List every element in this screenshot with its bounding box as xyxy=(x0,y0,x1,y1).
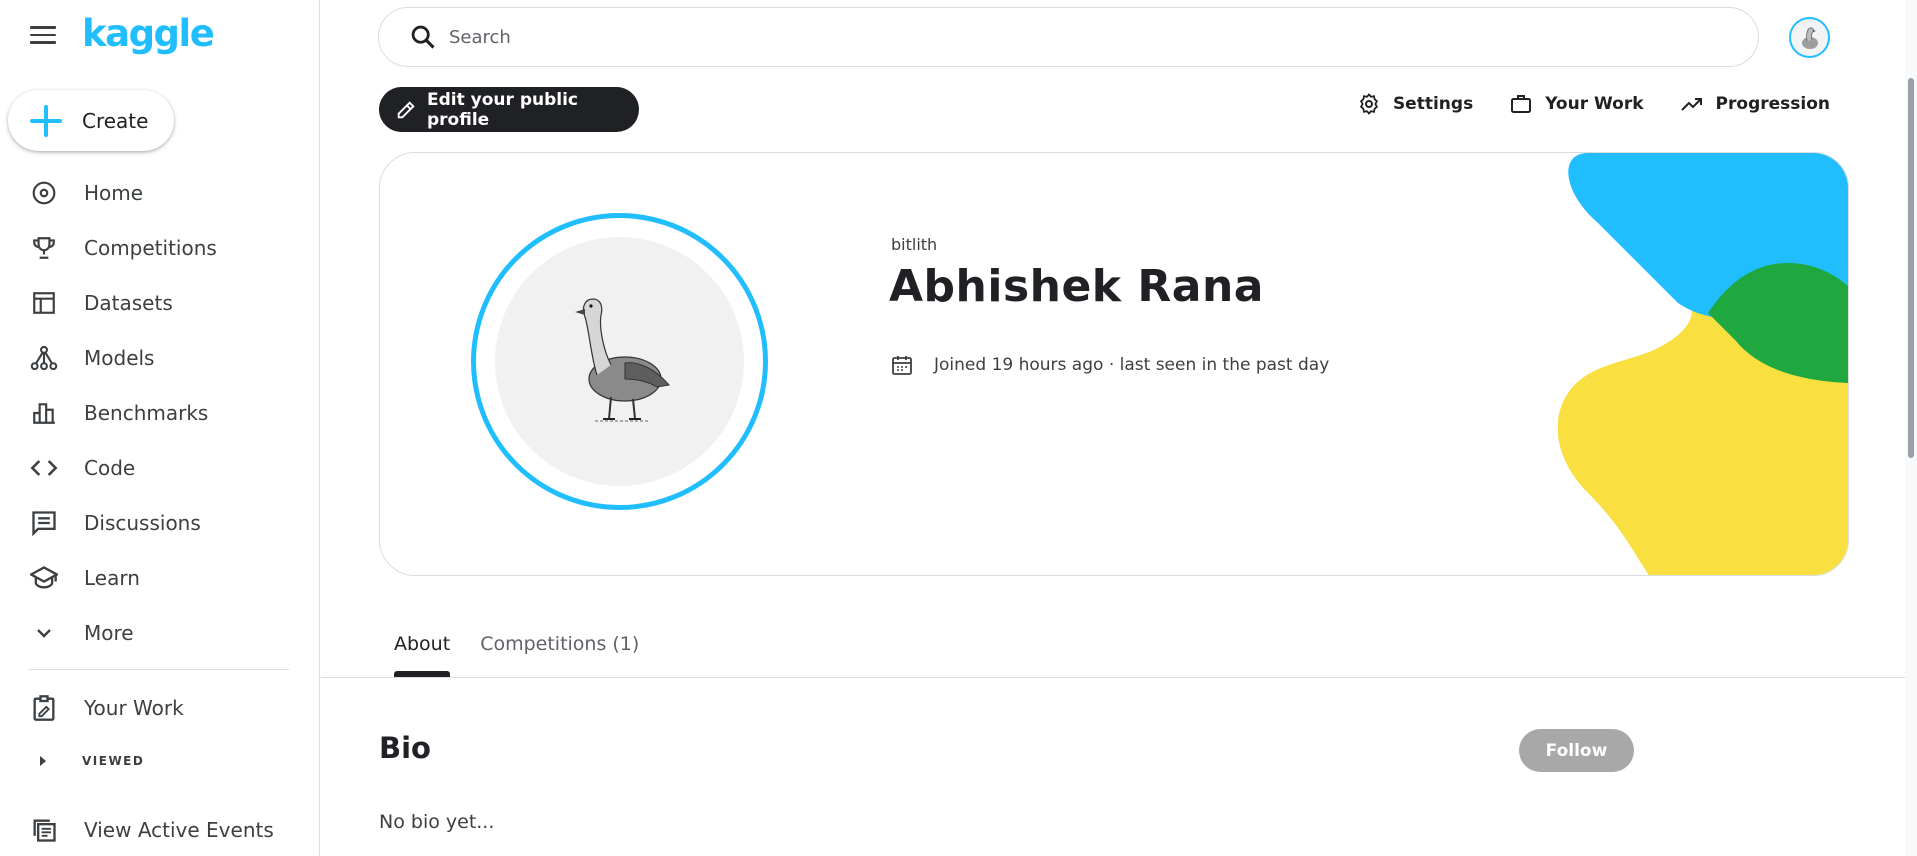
edit-profile-button[interactable]: Edit your public profile xyxy=(379,87,639,132)
models-icon xyxy=(30,344,58,372)
your-work-label: Your Work xyxy=(1545,94,1644,114)
sidebar-divider xyxy=(29,669,289,670)
tab-competitions[interactable]: Competitions (1) xyxy=(480,633,639,671)
sidebar-item-more[interactable]: More xyxy=(0,605,320,660)
profile-tabs: About Competitions (1) xyxy=(394,633,669,677)
create-button-label: Create xyxy=(82,108,149,133)
briefcase-icon xyxy=(1509,92,1533,116)
sidebar-item-label: Your Work xyxy=(84,695,184,720)
profile-joined: Joined 19 hours ago · last seen in the p… xyxy=(890,353,1329,377)
edit-profile-label: Edit your public profile xyxy=(427,89,578,130)
calendar-icon xyxy=(890,353,914,377)
progression-link[interactable]: Progression xyxy=(1680,92,1830,116)
sidebar-item-label: View Active Events xyxy=(84,817,274,842)
clipboard-icon xyxy=(30,694,58,722)
profile-actions: Settings Your Work Progression xyxy=(1321,92,1830,116)
sidebar-item-label: More xyxy=(84,620,134,645)
profile-display-name: Abhishek Rana xyxy=(889,261,1264,312)
sidebar-item-your-work[interactable]: Your Work xyxy=(0,680,320,735)
bar-chart-icon xyxy=(30,399,58,427)
follow-button[interactable]: Follow xyxy=(1519,729,1634,772)
sidebar-item-label: Learn xyxy=(84,565,140,590)
profile-decoration xyxy=(1558,153,1848,575)
chevron-down-icon xyxy=(30,619,58,647)
goose-illustration xyxy=(495,237,744,486)
user-avatar[interactable] xyxy=(1789,17,1830,58)
plus-icon xyxy=(30,104,62,137)
joined-text: Joined 19 hours ago · last seen in the p… xyxy=(934,355,1330,375)
search-bar[interactable] xyxy=(378,7,1759,67)
sidebar-item-learn[interactable]: Learn xyxy=(0,550,320,605)
kaggle-logo[interactable]: kaggle xyxy=(82,12,215,55)
sidebar-item-label: Discussions xyxy=(84,510,201,535)
sidebar-active-events: View Active Events xyxy=(0,802,320,856)
your-work-link[interactable]: Your Work xyxy=(1509,92,1644,116)
pencil-icon xyxy=(395,99,417,121)
goose-icon xyxy=(1801,26,1818,49)
progression-label: Progression xyxy=(1715,94,1830,114)
tabs-divider xyxy=(321,677,1905,678)
sidebar-item-label: Home xyxy=(84,180,144,205)
compass-icon xyxy=(30,179,58,207)
comments-icon xyxy=(30,509,58,537)
create-button[interactable]: Create xyxy=(8,90,174,151)
sidebar-item-label: Benchmarks xyxy=(84,400,209,425)
sidebar-item-label: Datasets xyxy=(84,290,173,315)
sidebar: kaggle Create Home Competitions Datasets xyxy=(0,0,320,856)
viewed-section-toggle[interactable]: VIEWED xyxy=(0,746,144,776)
sidebar-item-models[interactable]: Models xyxy=(0,330,320,385)
tab-about[interactable]: About xyxy=(394,633,451,677)
settings-label: Settings xyxy=(1392,94,1474,114)
sidebar-your-work: Your Work xyxy=(0,680,320,735)
sidebar-item-label: Code xyxy=(84,455,136,480)
page-scrollbar[interactable] xyxy=(1905,0,1917,856)
scrollbar-thumb[interactable] xyxy=(1908,78,1914,458)
bio-heading: Bio xyxy=(379,731,431,765)
search-icon xyxy=(409,23,437,51)
profile-card: bitlith Abhishek Rana Joined 19 hours ag… xyxy=(379,152,1849,576)
viewed-label: VIEWED xyxy=(82,754,145,768)
sidebar-nav: Home Competitions Datasets Models Benchm… xyxy=(0,165,320,660)
bio-text: No bio yet... xyxy=(379,811,495,833)
sidebar-item-label: Competitions xyxy=(84,235,217,260)
search-input[interactable] xyxy=(449,26,1649,48)
sidebar-item-code[interactable]: Code xyxy=(0,440,320,495)
menu-icon[interactable] xyxy=(30,26,56,46)
trophy-icon xyxy=(30,234,58,262)
sidebar-item-datasets[interactable]: Datasets xyxy=(0,275,320,330)
sidebar-item-competitions[interactable]: Competitions xyxy=(0,220,320,275)
caret-right-icon xyxy=(40,756,46,766)
library-icon xyxy=(30,816,58,844)
sidebar-item-benchmarks[interactable]: Benchmarks xyxy=(0,385,320,440)
settings-link[interactable]: Settings xyxy=(1357,92,1473,116)
sidebar-item-discussions[interactable]: Discussions xyxy=(0,495,320,550)
sidebar-item-view-active-events[interactable]: View Active Events xyxy=(0,802,320,856)
trending-up-icon xyxy=(1680,92,1704,116)
gear-icon xyxy=(1357,92,1381,116)
school-icon xyxy=(30,564,58,592)
sidebar-item-home[interactable]: Home xyxy=(0,165,320,220)
code-icon xyxy=(30,454,58,482)
profile-avatar xyxy=(471,213,768,510)
sidebar-item-label: Models xyxy=(84,345,155,370)
profile-username: bitlith xyxy=(891,235,938,254)
table-icon xyxy=(30,289,58,317)
